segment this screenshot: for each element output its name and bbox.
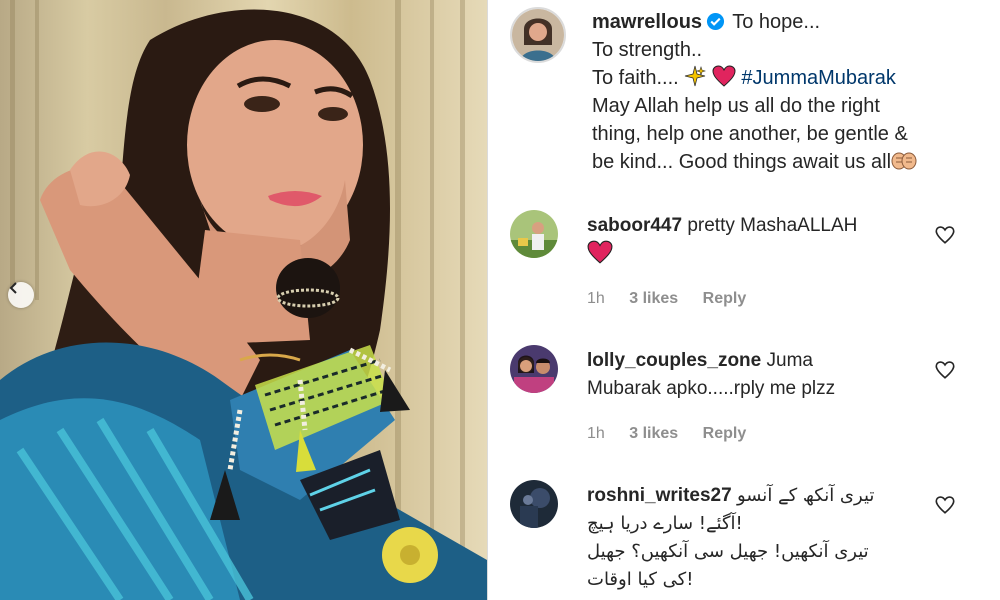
comment-urdu-line-2: !آگئے! سارے دریا ہیچ [587,513,743,534]
author-avatar[interactable] [510,7,566,63]
sparkles-icon [685,65,707,87]
reply-button[interactable]: Reply [703,290,747,307]
post-photo[interactable] [0,0,487,600]
red-heart-icon [712,65,736,87]
comment-likes[interactable]: 3 likes [629,290,678,307]
caption-line-5: thing, help one another, be gentle & [592,123,908,145]
commenter-username[interactable]: saboor447 [587,215,682,236]
caption-line-3: To faith.... [592,67,679,89]
comment-text: lolly_couples_zone Juma Mubarak apko....… [587,347,927,403]
commenter-avatar[interactable] [510,210,558,258]
comment-urdu-line-1: تیری آنکھ کے آنسو [736,485,875,506]
comment-body-line-1: Juma [766,350,813,371]
commenter-username[interactable]: lolly_couples_zone [587,350,761,371]
comment-likes[interactable]: 3 likes [629,425,678,442]
comment-urdu-line-4: !کی کیا اوقات [587,569,694,590]
comment-time[interactable]: 1h [587,290,605,307]
praying-hands-icon [891,152,917,170]
caption-line-6: be kind... Good things await us all [592,151,892,173]
like-comment-heart-icon[interactable] [934,224,956,246]
commenter-avatar[interactable] [510,345,558,393]
like-comment-heart-icon[interactable] [934,494,956,516]
author-avatar-image [512,9,564,61]
commenter-avatar-image [510,345,558,393]
comment-meta: 1h 3 likes Reply [587,290,766,308]
author-username[interactable]: mawrellous [592,11,702,33]
comment-urdu-line-3: تیری آنکھیں! جھیل سی آنکھیں؟ جھیل [587,541,869,562]
verified-badge-icon [706,12,725,31]
photo-illustration [0,0,487,600]
comment-text: roshni_writes27 تیری آنکھ کے آنسو !آگئے!… [587,482,932,594]
like-comment-heart-icon[interactable] [934,359,956,381]
red-heart-icon [587,240,613,264]
previous-slide-button[interactable] [8,282,34,308]
comment-body: pretty MashaALLAH [687,215,858,236]
caption-line-1: To hope... [732,11,821,33]
commenter-username[interactable]: roshni_writes27 [587,485,732,506]
reply-button[interactable]: Reply [703,425,747,442]
comment-body-line-2: Mubarak apko.....rply me plzz [587,378,836,399]
post-caption: mawrellous To hope... To strength.. To f… [592,8,982,176]
caption-line-4: May Allah help us all do the right [592,95,880,117]
commenter-avatar-image [510,210,558,258]
comment-time[interactable]: 1h [587,425,605,442]
comment-meta: 1h 3 likes Reply [587,425,766,443]
hashtag-link[interactable]: #JummaMubarak [741,67,896,89]
comment-text: saboor447 pretty MashaALLAH [587,212,927,269]
caption-line-2: To strength.. [592,39,703,61]
commenter-avatar-image [510,480,558,528]
commenter-avatar[interactable] [510,480,558,528]
comments-pane: mawrellous To hope... To strength.. To f… [500,0,1000,600]
chevron-left-icon [9,282,17,294]
pane-divider [487,0,488,600]
